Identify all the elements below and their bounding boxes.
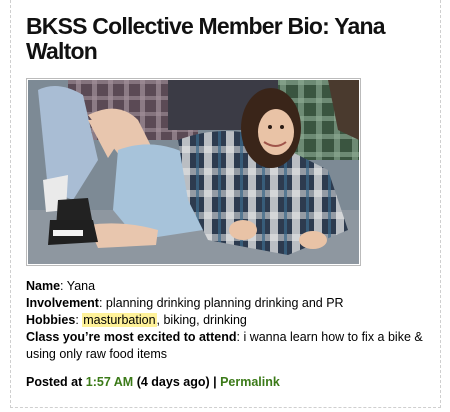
hobbies-label: Hobbies bbox=[26, 313, 76, 327]
blog-post: BKSS Collective Member Bio: Yana Walton bbox=[26, 14, 440, 391]
bio-name-line: Name: Yana bbox=[26, 279, 96, 293]
involvement-value: planning drinking planning drinking and … bbox=[105, 296, 344, 310]
involvement-label: Involvement bbox=[26, 296, 99, 310]
name-value: Yana bbox=[66, 279, 96, 293]
name-label: Name bbox=[26, 279, 61, 293]
post-meta: Posted at 1:57 AM (4 days ago) | Permali… bbox=[26, 374, 440, 391]
class-label: Class you’re most excited to attend bbox=[26, 330, 237, 344]
bio-class-line: Class you’re most excited to attend: i w… bbox=[26, 330, 423, 361]
hobby-highlight: masturbation bbox=[82, 313, 157, 327]
photo-frame bbox=[26, 78, 361, 266]
bio-section: Name: Yana Involvement: planning drinkin… bbox=[26, 278, 440, 363]
member-photo bbox=[28, 80, 359, 264]
bio-involvement-line: Involvement: planning drinking planning … bbox=[26, 296, 344, 310]
hobbies-rest: , biking, drinking bbox=[156, 313, 247, 327]
post-time-link[interactable]: 1:57 AM bbox=[86, 375, 133, 389]
posted-ago: (4 days ago) | bbox=[133, 375, 221, 389]
posted-prefix: Posted at bbox=[26, 375, 86, 389]
bio-hobbies-line: Hobbies: masturbation, biking, drinking bbox=[26, 313, 247, 327]
permalink-link[interactable]: Permalink bbox=[220, 375, 280, 389]
post-title[interactable]: BKSS Collective Member Bio: Yana Walton bbox=[26, 14, 440, 64]
